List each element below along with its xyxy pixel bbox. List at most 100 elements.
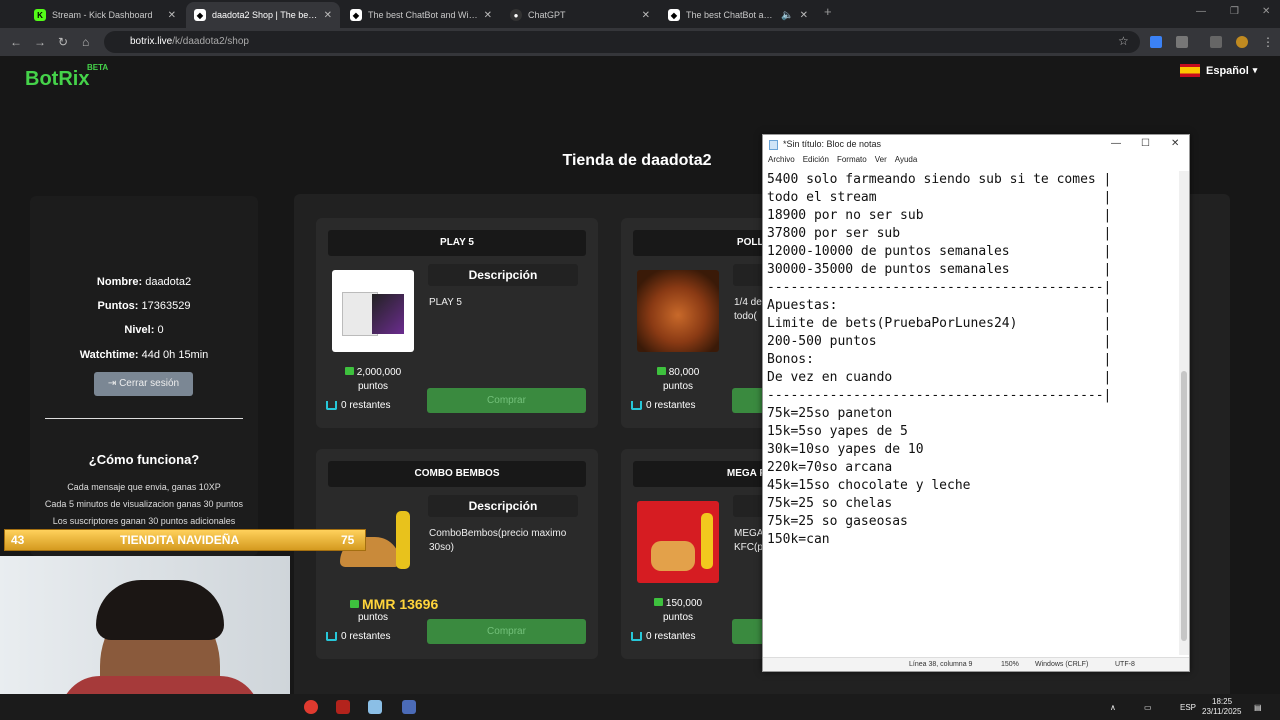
maximize-icon[interactable]: ❐ [1230, 6, 1239, 17]
encoding: UTF-8 [1115, 661, 1135, 668]
botrix-logo[interactable]: BotRix [25, 68, 89, 91]
tab-kick-dashboard[interactable]: K Stream - Kick Dashboard ✕ [26, 2, 184, 28]
close-icon[interactable]: ✕ [324, 10, 332, 21]
minimize-icon[interactable]: — [1196, 6, 1206, 17]
price-unit: puntos [662, 612, 694, 623]
zoom-level: 150% [1001, 661, 1019, 668]
bookmark-star-icon[interactable]: ☆ [1118, 34, 1129, 48]
cart-icon [631, 632, 642, 641]
language-label: Español [1206, 64, 1249, 77]
price-value: 2,000,000 [356, 367, 402, 378]
price-unit: puntos [357, 381, 389, 392]
logout-label: Cerrar sesión [119, 378, 180, 389]
coins-icon [656, 367, 666, 375]
product-price: 80,000 puntos [637, 366, 719, 394]
name-value: daadota2 [145, 276, 192, 288]
tab-shop[interactable]: ◆ daadota2 Shop | The best ChatBot ✕ [186, 2, 340, 28]
product-stock: 0 restantes [631, 400, 695, 411]
botrix-icon: ◆ [194, 9, 206, 21]
dota-icon[interactable] [336, 700, 350, 714]
reload-icon[interactable]: ↻ [58, 35, 68, 49]
menu-ver[interactable]: Ver [875, 155, 887, 169]
tab-title: daadota2 Shop | The best ChatBot [212, 10, 318, 20]
extensions-icon[interactable] [1176, 36, 1188, 48]
stock-value: 0 restantes [341, 400, 391, 411]
stock-value: 0 restantes [646, 400, 696, 411]
translate-extension-icon[interactable] [1150, 36, 1162, 48]
notepad-scrollbar[interactable] [1179, 171, 1189, 655]
menu-formato[interactable]: Formato [837, 155, 867, 169]
notepad-taskbar-icon[interactable] [368, 700, 382, 714]
chevron-up-icon[interactable]: ∧ [1110, 703, 1116, 712]
notepad-menu-bar: Archivo Edición Formato Ver Ayuda [763, 155, 1189, 169]
overlay-left-number: 43 [11, 533, 25, 547]
spain-flag-icon [1180, 64, 1200, 77]
close-icon[interactable]: ✕ [168, 10, 176, 21]
notifications-icon[interactable]: ▤ [1254, 703, 1262, 712]
obs-icon[interactable] [304, 700, 318, 714]
buy-button[interactable]: Comprar [427, 619, 586, 644]
line-ending: Windows (CRLF) [1035, 661, 1089, 668]
stock-value: 0 restantes [646, 631, 696, 642]
tab-title: The best ChatBot and Widgets [368, 10, 478, 20]
profile-watchtime: Watchtime: 44d 0h 15min [30, 349, 258, 361]
profile-avatar[interactable] [1236, 36, 1248, 48]
clock-time[interactable]: 18:25 [1212, 697, 1232, 706]
calculator-icon[interactable] [402, 700, 416, 714]
price-unit: puntos [662, 381, 694, 392]
logout-button[interactable]: ⇥ Cerrar sesión [94, 372, 193, 396]
notepad-window: *Sin título: Bloc de notas — ☐ ✕ Archivo… [762, 134, 1190, 672]
maximize-icon[interactable]: ☐ [1141, 138, 1150, 149]
language-selector[interactable]: Español ▾ [1180, 64, 1257, 77]
botrix-icon: ◆ [668, 9, 680, 21]
notepad-title: *Sin título: Bloc de notas [783, 139, 882, 149]
overlay-title: TIENDITA NAVIDEÑA [120, 533, 240, 547]
back-icon[interactable]: ← [10, 35, 22, 49]
product-stock: 0 restantes [326, 631, 390, 642]
coins-icon [344, 367, 354, 375]
minimize-icon[interactable]: — [1111, 138, 1121, 149]
description-header: Descripción [428, 264, 578, 286]
url-input[interactable]: botrix.live/k/daadota2/shop [104, 31, 1140, 53]
close-icon[interactable]: ✕ [484, 10, 492, 21]
tab-chatbot-widgets-2[interactable]: ◆ The best ChatBot and Widg 🔈 ✕ [660, 2, 816, 28]
clock-date[interactable]: 23/11/2025 [1202, 707, 1241, 716]
product-description: ComboBembos(precio maximo 30so) [429, 528, 567, 553]
browser-tab-bar: K Stream - Kick Dashboard ✕ ◆ daadota2 S… [0, 0, 1280, 28]
close-icon[interactable]: ✕ [642, 10, 650, 21]
url-path: /k/daadota2/shop [172, 36, 249, 47]
how-line: Cada mensaje que envia, ganas 10XP [67, 482, 221, 492]
profile-points: Puntos: 17363529 [30, 300, 258, 312]
forward-icon[interactable]: → [34, 35, 46, 49]
language-indicator[interactable]: ESP [1180, 703, 1196, 712]
new-tab-icon[interactable]: + [824, 4, 832, 19]
tab-title: ChatGPT [528, 10, 566, 20]
close-window-icon[interactable]: ✕ [1262, 6, 1270, 17]
cart-icon [326, 401, 337, 410]
product-image [332, 270, 414, 352]
close-icon[interactable]: ✕ [800, 10, 808, 21]
buy-button[interactable]: Comprar [427, 388, 586, 413]
home-icon[interactable]: ⌂ [82, 35, 89, 49]
tab-chatbot-widgets[interactable]: ◆ The best ChatBot and Widgets ✕ [342, 2, 500, 28]
windows-taskbar: ∧ ▭ ESP 18:25 23/11/2025 ▤ [0, 694, 1280, 720]
coins-icon [350, 600, 359, 608]
media-icon[interactable] [1210, 36, 1222, 48]
how-line: Los suscriptores ganan 30 puntos adicion… [52, 516, 236, 526]
scrollbar-thumb[interactable] [1181, 371, 1187, 641]
network-icon[interactable]: ▭ [1144, 703, 1152, 712]
product-image [637, 270, 719, 352]
name-label: Nombre: [96, 276, 143, 288]
menu-kebab-icon[interactable]: ⋮ [1262, 35, 1274, 49]
speaker-icon[interactable]: 🔈 [781, 10, 793, 21]
tab-title: Stream - Kick Dashboard [52, 10, 153, 20]
cursor-position: Línea 38, columna 9 [909, 661, 973, 668]
tab-chatgpt[interactable]: ● ChatGPT ✕ [502, 2, 658, 28]
close-icon[interactable]: ✕ [1171, 138, 1179, 149]
menu-edicion[interactable]: Edición [803, 155, 829, 169]
menu-archivo[interactable]: Archivo [768, 155, 795, 169]
menu-ayuda[interactable]: Ayuda [895, 155, 918, 169]
product-description: PLAY 5 [429, 297, 462, 308]
notepad-text-area[interactable]: 5400 solo farmeando siendo sub si te com… [767, 171, 1179, 655]
chevron-down-icon: ▾ [1252, 65, 1258, 75]
